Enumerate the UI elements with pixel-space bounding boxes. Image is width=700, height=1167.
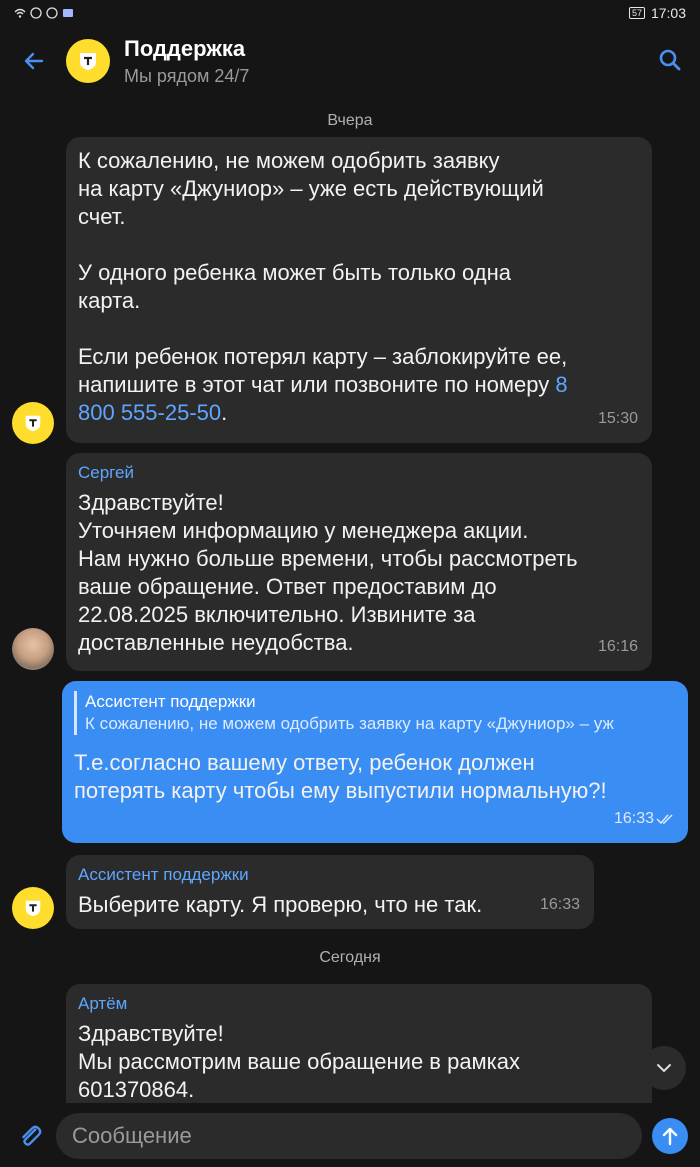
message-bubble[interactable]: К сожалению, не можем одобрить заявку на… bbox=[66, 137, 652, 443]
date-separator: Вчера bbox=[327, 112, 373, 129]
message-text: Выберите карту. Я проверю, что не так. bbox=[78, 892, 483, 917]
chevron-down-icon bbox=[657, 1064, 671, 1073]
message-time: 16:33 bbox=[539, 896, 580, 913]
message-bubble[interactable]: Ассистент поддержки Выберите карту. Я пр… bbox=[66, 855, 594, 929]
message-sender[interactable]: Артём bbox=[78, 994, 640, 1014]
support-avatar[interactable] bbox=[12, 887, 54, 929]
mail-icon bbox=[63, 9, 73, 17]
scroll-down-button[interactable] bbox=[642, 1046, 686, 1090]
message-text-body: К сожалению, не можем одобрить заявку на… bbox=[78, 148, 568, 397]
double-check-icon bbox=[656, 814, 673, 825]
whatsapp-icon bbox=[30, 7, 42, 19]
chat-header: Поддержка Мы рядом 24/7 bbox=[0, 26, 700, 96]
wifi-icon bbox=[14, 8, 26, 18]
message-time: 15:30 bbox=[597, 410, 638, 427]
shield-logo-icon bbox=[25, 415, 41, 432]
status-icons bbox=[14, 7, 74, 19]
agent-avatar[interactable] bbox=[12, 628, 54, 670]
status-right: 57 17:03 bbox=[628, 5, 686, 21]
reply-quote[interactable]: Ассистент поддержки К сожалению, не може… bbox=[74, 691, 676, 735]
battery-indicator: 57 bbox=[628, 7, 645, 19]
reply-sender: Ассистент поддержки bbox=[85, 692, 256, 711]
message-text-end: . bbox=[221, 400, 228, 425]
paperclip-icon[interactable] bbox=[18, 1123, 44, 1149]
shield-logo-icon bbox=[80, 53, 96, 70]
message-time: 16:16 bbox=[597, 638, 638, 655]
message-text: К сожалению, не можем одобрить заявку на… bbox=[78, 147, 640, 427]
status-bar: 57 17:03 bbox=[0, 0, 700, 26]
message-time-wrap: 16:33 bbox=[614, 805, 674, 833]
search-icon[interactable] bbox=[658, 48, 682, 72]
outgoing-message-bubble[interactable]: Ассистент поддержки К сожалению, не може… bbox=[62, 681, 688, 843]
message-text: Здравствуйте! Мы рассмотрим ваше обращен… bbox=[78, 1021, 521, 1102]
message-input[interactable]: Сообщение bbox=[56, 1113, 642, 1159]
message-composer: Сообщение bbox=[0, 1103, 700, 1167]
shield-logo-icon bbox=[25, 900, 41, 917]
bank-logo-avatar[interactable] bbox=[66, 39, 110, 83]
message-sender[interactable]: Ассистент поддержки bbox=[78, 865, 582, 885]
message-time: 16:33 bbox=[613, 810, 654, 827]
date-separator: Сегодня bbox=[319, 949, 381, 966]
chat-subtitle: Мы рядом 24/7 bbox=[124, 65, 250, 86]
chat-title: Поддержка bbox=[124, 35, 246, 61]
message-text: Здравствуйте! Уточняем информацию у мене… bbox=[78, 490, 578, 655]
chat-titles[interactable]: Поддержка Мы рядом 24/7 bbox=[124, 36, 249, 87]
message-text: Т.е.согласно вашему ответу, ребенок долж… bbox=[74, 750, 607, 803]
reply-text: К сожалению, не можем одобрить заявку на… bbox=[85, 714, 614, 733]
arrow-up-icon bbox=[662, 1127, 678, 1146]
message-bubble[interactable]: Сергей Здравствуйте! Уточняем информацию… bbox=[66, 453, 652, 671]
whatsapp-icon bbox=[46, 7, 58, 19]
support-avatar[interactable] bbox=[12, 402, 54, 444]
clock: 17:03 bbox=[650, 5, 686, 21]
back-arrow-icon[interactable] bbox=[22, 49, 46, 73]
message-sender[interactable]: Сергей bbox=[78, 463, 640, 483]
send-button[interactable] bbox=[652, 1118, 688, 1154]
